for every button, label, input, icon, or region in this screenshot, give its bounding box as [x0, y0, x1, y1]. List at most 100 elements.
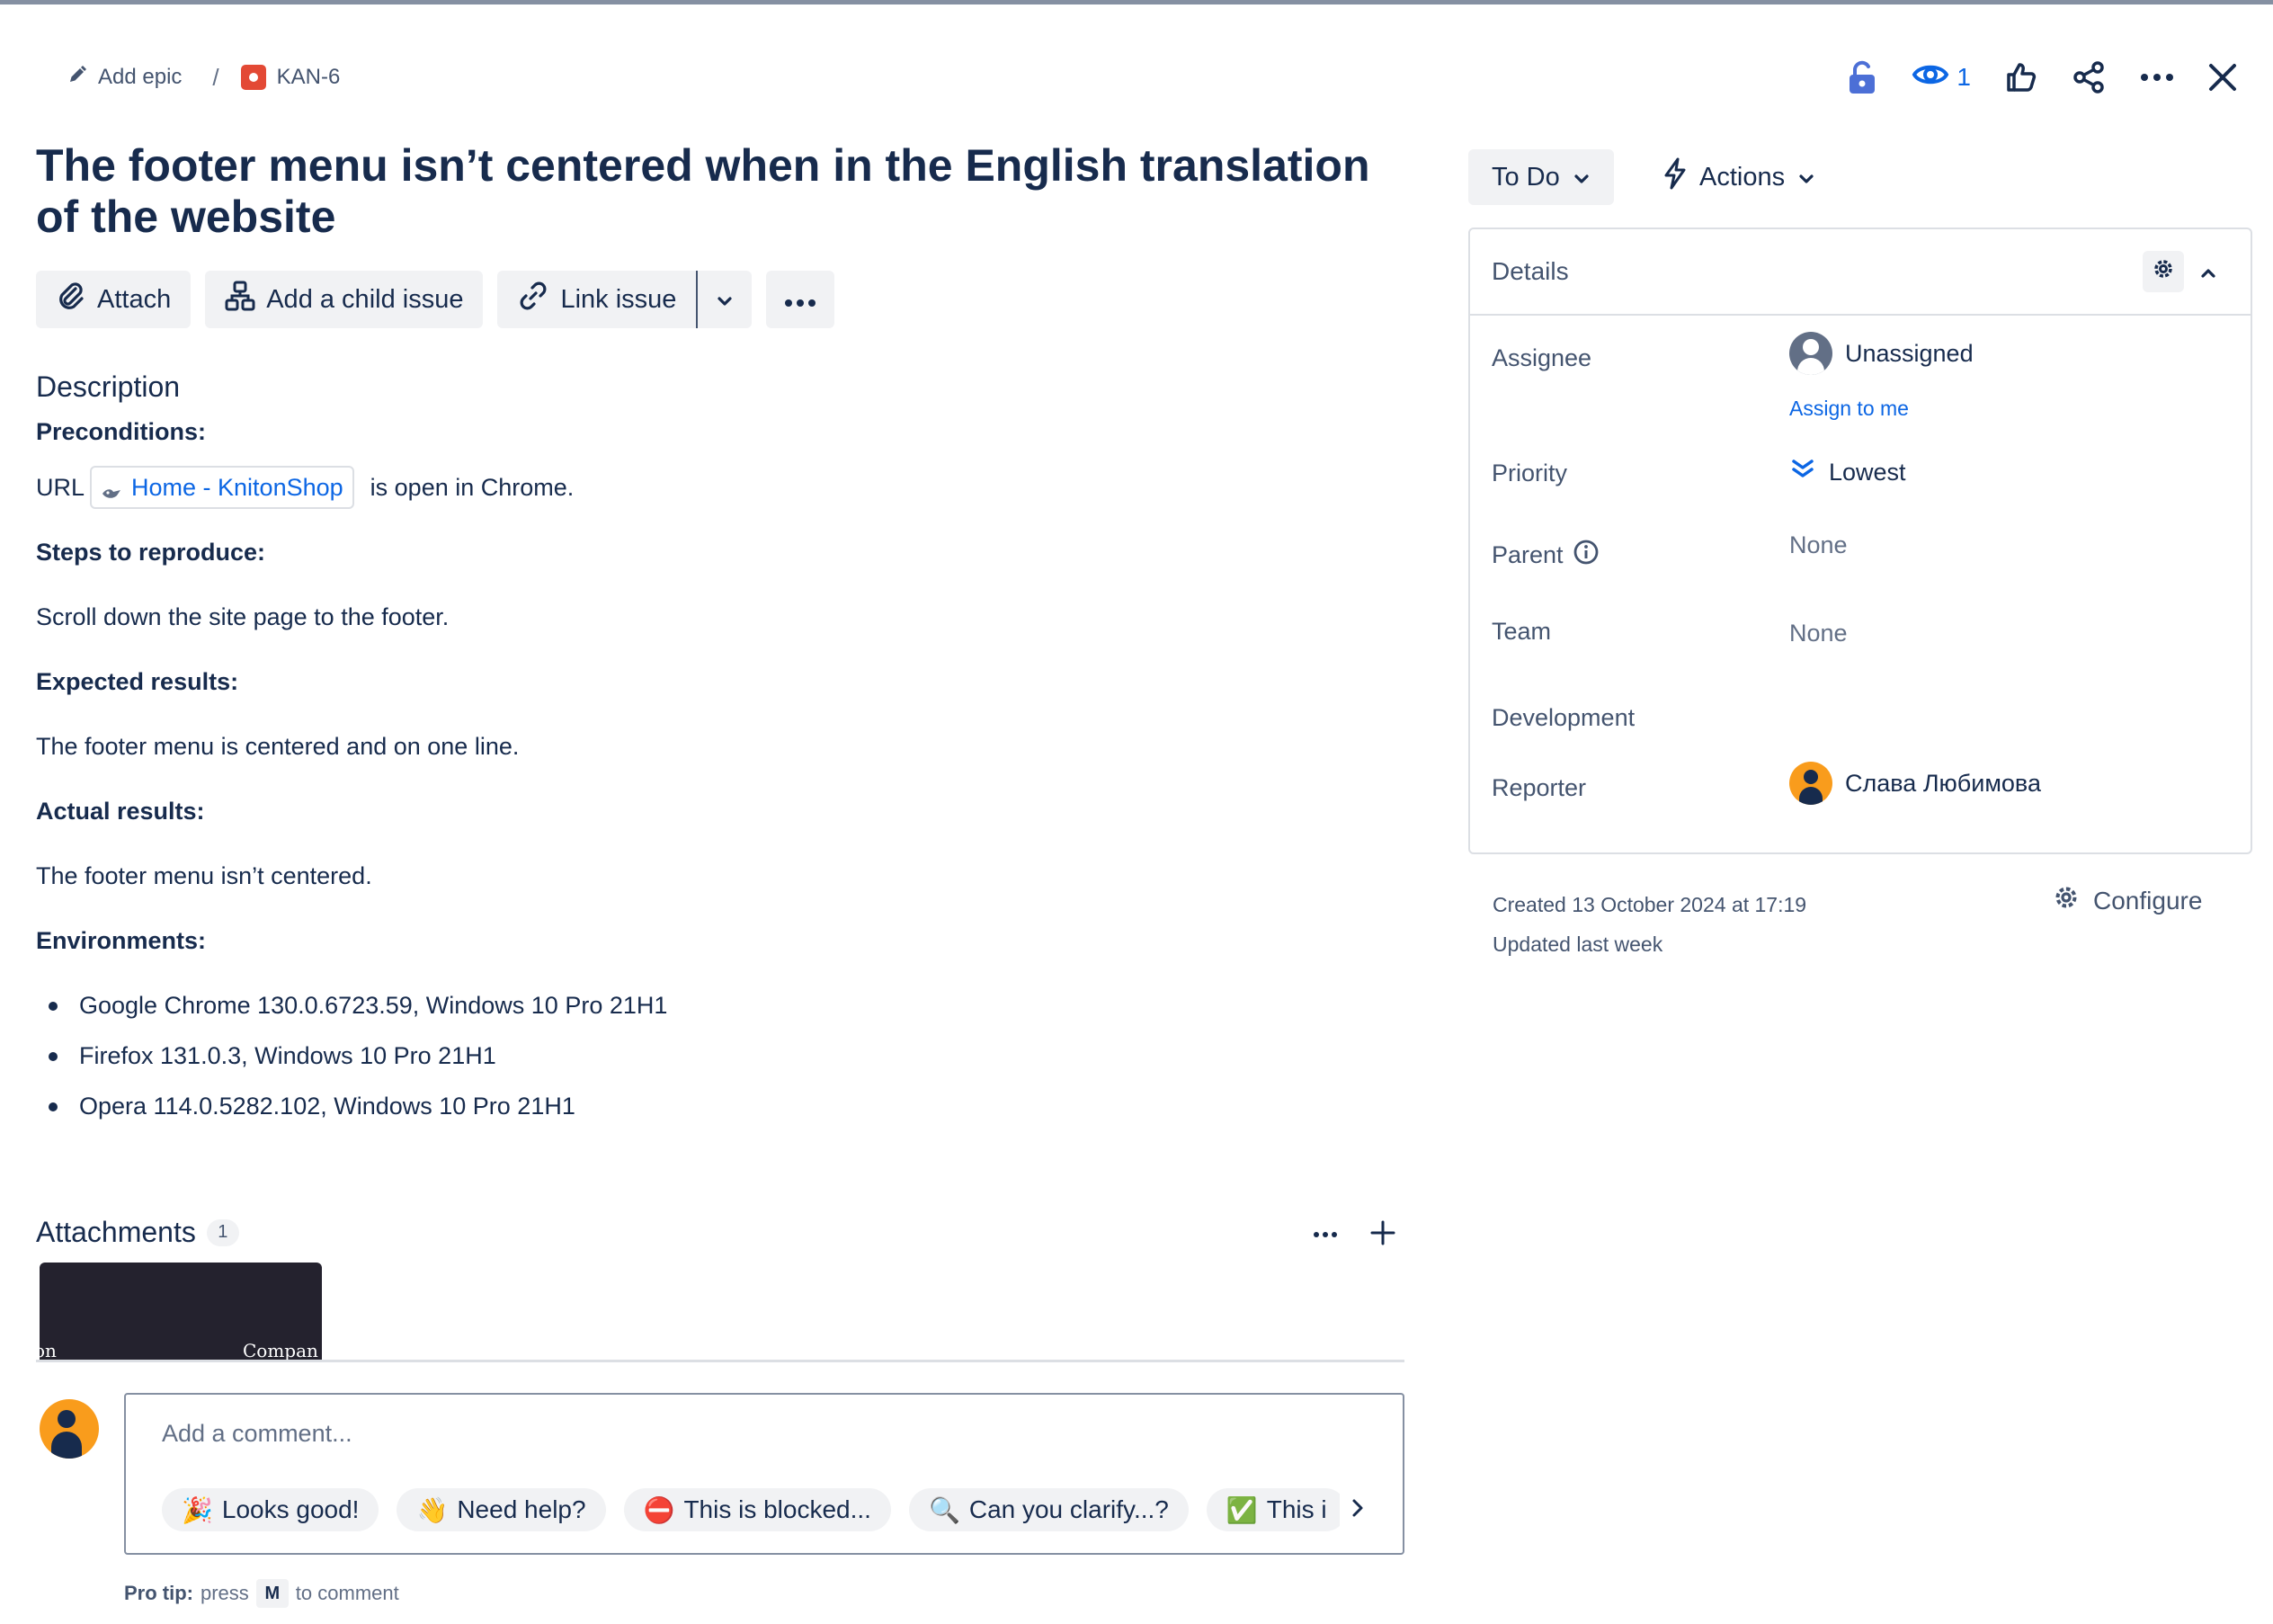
chevron-right-icon	[1351, 1498, 1364, 1522]
list-item: Firefox 131.0.3, Windows 10 Pro 21H1	[36, 1040, 1403, 1072]
environments-list: Google Chrome 130.0.6723.59, Windows 10 …	[36, 989, 1403, 1122]
quick-replies: 🎉 Looks good! 👋 Need help? ⛔ This is blo…	[162, 1488, 1367, 1533]
share-icon[interactable]	[2072, 52, 2106, 103]
avatar	[1789, 332, 1832, 375]
reporter-label: Reporter	[1492, 774, 1587, 801]
smart-link[interactable]: Home - KnitonShop	[90, 466, 354, 509]
add-attachment-icon[interactable]	[1370, 1220, 1395, 1250]
collapse-details-button[interactable]	[2188, 251, 2229, 292]
eye-icon	[1912, 60, 1949, 95]
actions-label: Actions	[1699, 162, 1786, 192]
issue-header-actions: 1	[1847, 52, 2237, 103]
more-icon[interactable]	[1313, 1227, 1338, 1243]
preconditions-label: Preconditions:	[36, 418, 207, 445]
waving-hand-icon: 👋	[416, 1495, 449, 1524]
link-issue-group: Link issue	[497, 271, 753, 328]
chevron-down-icon	[1797, 163, 1815, 192]
list-item: Opera 114.0.5282.102, Windows 10 Pro 21H…	[36, 1090, 1403, 1122]
assignee-name: Unassigned	[1845, 339, 1974, 367]
link-icon	[517, 280, 549, 319]
close-icon[interactable]	[2208, 52, 2237, 103]
issue-toolbar: Attach Add a child issue Link issue	[36, 271, 835, 328]
steps-label: Steps to reproduce:	[36, 539, 266, 566]
more-icon[interactable]	[2140, 52, 2174, 103]
quick-reply-blocked[interactable]: ⛔ This is blocked...	[623, 1488, 891, 1531]
actions-dropdown[interactable]: Actions	[1654, 149, 1824, 205]
configure-label: Configure	[2093, 886, 2203, 915]
attach-button[interactable]: Attach	[36, 271, 192, 328]
breadcrumb: Add epic / KAN-6	[67, 59, 340, 95]
pro-tip-press: press	[201, 1582, 249, 1604]
assignee-label: Assignee	[1492, 344, 1592, 371]
attachments-count-badge: 1	[206, 1218, 239, 1246]
keyboard-key: M	[255, 1579, 289, 1608]
paperclip-icon	[56, 281, 86, 318]
issue-meta: Created 13 October 2024 at 17:19 Updated…	[1493, 885, 1806, 964]
expected-text: The footer menu is centered and on one l…	[36, 733, 520, 760]
watchers-count: 1	[1957, 63, 1971, 91]
status-dropdown[interactable]: To Do	[1468, 149, 1614, 205]
lock-open-icon[interactable]	[1847, 52, 1877, 103]
chevron-down-icon	[1573, 163, 1591, 192]
party-popper-icon: 🎉	[182, 1495, 213, 1524]
details-settings-button[interactable]	[2143, 251, 2184, 292]
priority-label: Priority	[1492, 460, 1568, 486]
quick-reply-need-help[interactable]: 👋 Need help?	[397, 1488, 606, 1531]
attach-label: Attach	[97, 284, 172, 314]
comment-editor[interactable]: Add a comment... 🎉 Looks good! 👋 Need he…	[124, 1393, 1404, 1555]
thumbnail-text-left: on	[40, 1340, 57, 1361]
link-issue-dropdown[interactable]	[698, 271, 753, 328]
smart-link-text: Home - KnitonShop	[131, 474, 343, 501]
info-icon[interactable]	[1573, 539, 1600, 572]
site-favicon-icon	[101, 478, 122, 498]
bug-icon	[240, 65, 266, 90]
parent-value[interactable]: None	[1789, 531, 1848, 559]
quick-reply-looks-good[interactable]: 🎉 Looks good!	[162, 1488, 379, 1531]
details-panel: Details Assignee Unassigned Assign to me…	[1468, 228, 2252, 854]
thumbnail-text-right: Compan	[243, 1340, 318, 1361]
attachments-actions	[1313, 1216, 1395, 1254]
quick-reply-label: Can you clarify...?	[968, 1495, 1169, 1523]
details-header[interactable]: Details	[1470, 229, 2251, 316]
issue-key-link[interactable]: KAN-6	[240, 65, 341, 90]
quick-replies-next-button[interactable]	[1340, 1488, 1376, 1531]
reporter-value[interactable]: Слава Любимова	[1789, 762, 2041, 805]
add-child-issue-button[interactable]: Add a child issue	[205, 271, 484, 328]
reporter-name: Слава Любимова	[1845, 769, 2041, 797]
no-entry-icon: ⛔	[643, 1495, 675, 1524]
description-body[interactable]: Preconditions: URL Home - KnitonShop is …	[36, 415, 1403, 1140]
url-suffix: is open in Chrome.	[370, 474, 575, 501]
assign-to-me-link[interactable]: Assign to me	[1789, 397, 1909, 421]
priority-lowest-icon	[1789, 458, 1816, 487]
avatar	[40, 1399, 99, 1459]
attachment-thumbnail[interactable]: on Compan	[40, 1263, 322, 1361]
quick-reply-label: This i	[1266, 1495, 1327, 1523]
team-value[interactable]: None	[1789, 620, 1848, 647]
environments-label: Environments:	[36, 927, 207, 954]
steps-text: Scroll down the site page to the footer.	[36, 603, 450, 630]
updated-date: Updated last week	[1493, 932, 1663, 956]
pro-tip-rest: to comment	[295, 1582, 399, 1604]
details-heading: Details	[1492, 257, 1569, 285]
more-toolbar-button[interactable]	[766, 271, 835, 328]
hierarchy-icon	[225, 281, 255, 318]
configure-button[interactable]: Configure	[2052, 883, 2202, 918]
quick-reply-clarify[interactable]: 🔍 Can you clarify...?	[908, 1488, 1189, 1531]
quick-reply-this-is[interactable]: ✅ This i	[1206, 1488, 1347, 1531]
quick-reply-label: Need help?	[457, 1495, 586, 1523]
priority-value[interactable]: Lowest	[1789, 458, 1906, 487]
link-issue-button[interactable]: Link issue	[497, 271, 697, 328]
team-label: Team	[1492, 618, 1552, 645]
add-epic-link[interactable]: Add epic	[67, 65, 182, 91]
breadcrumb-separator: /	[212, 63, 219, 91]
quick-reply-label: Looks good!	[221, 1495, 360, 1523]
description-heading: Description	[36, 370, 181, 403]
watch-button[interactable]: 1	[1912, 52, 1971, 103]
chevron-up-icon	[2199, 257, 2217, 286]
issue-key: KAN-6	[276, 65, 341, 89]
issue-title[interactable]: The footer menu isn’t centered when in t…	[36, 140, 1385, 243]
status-label: To Do	[1492, 162, 1560, 192]
assignee-value[interactable]: Unassigned	[1789, 332, 1974, 375]
url-prefix: URL	[36, 474, 85, 501]
thumbs-up-icon[interactable]	[2005, 52, 2037, 103]
